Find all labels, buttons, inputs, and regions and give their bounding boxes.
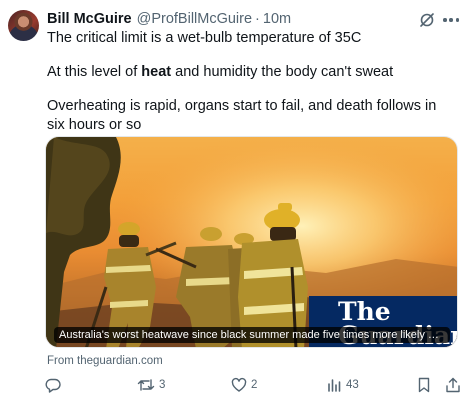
tweet-text-line-2-end: and humidity the body can't sweat bbox=[171, 64, 394, 80]
tweet-text-line-3: Overheating is rapid, organs start to fa… bbox=[47, 98, 437, 133]
tweet-text-bold-word: heat bbox=[141, 64, 172, 80]
card-headline[interactable]: Australia's worst heatwave since black s… bbox=[54, 327, 450, 343]
tweet-text-line-2: At this level of heat and humidity the b… bbox=[47, 63, 457, 82]
reply-icon bbox=[45, 378, 61, 393]
bookmark-button[interactable] bbox=[417, 375, 431, 395]
repost-count: 3 bbox=[159, 379, 166, 391]
repost-button[interactable]: 3 bbox=[137, 375, 165, 395]
repost-icon bbox=[137, 379, 155, 391]
tweet-text-line-1: The critical limit is a wet-bulb tempera… bbox=[47, 30, 362, 46]
more-options-icon[interactable] bbox=[443, 18, 459, 22]
views-chart-icon bbox=[328, 379, 341, 392]
tweet-actions: 3 2 43 bbox=[45, 375, 461, 395]
tweet-timestamp[interactable]: 10m bbox=[263, 11, 291, 27]
author-name[interactable]: Bill McGuire bbox=[47, 11, 132, 27]
author-avatar[interactable] bbox=[8, 10, 39, 41]
tweet-text-line-2-start: At this level of bbox=[47, 64, 142, 80]
views-button[interactable]: 43 bbox=[326, 375, 359, 395]
share-icon bbox=[446, 377, 460, 393]
bookmark-icon bbox=[418, 377, 430, 393]
tweet-header: Bill McGuire @ProfBillMcGuire · 10m bbox=[47, 11, 291, 27]
share-button[interactable] bbox=[445, 375, 461, 395]
heart-icon bbox=[231, 377, 247, 392]
header-separator: · bbox=[255, 11, 260, 27]
card-source[interactable]: From theguardian.com bbox=[47, 355, 163, 367]
views-count: 43 bbox=[346, 379, 359, 391]
like-button[interactable]: 2 bbox=[231, 375, 257, 395]
link-card[interactable]: TheGuardian Australia's worst heatwave s… bbox=[45, 136, 458, 348]
like-count: 2 bbox=[251, 379, 258, 391]
reply-button[interactable] bbox=[45, 375, 65, 395]
grok-icon[interactable] bbox=[418, 11, 436, 29]
author-handle[interactable]: @ProfBillMcGuire bbox=[137, 11, 252, 27]
